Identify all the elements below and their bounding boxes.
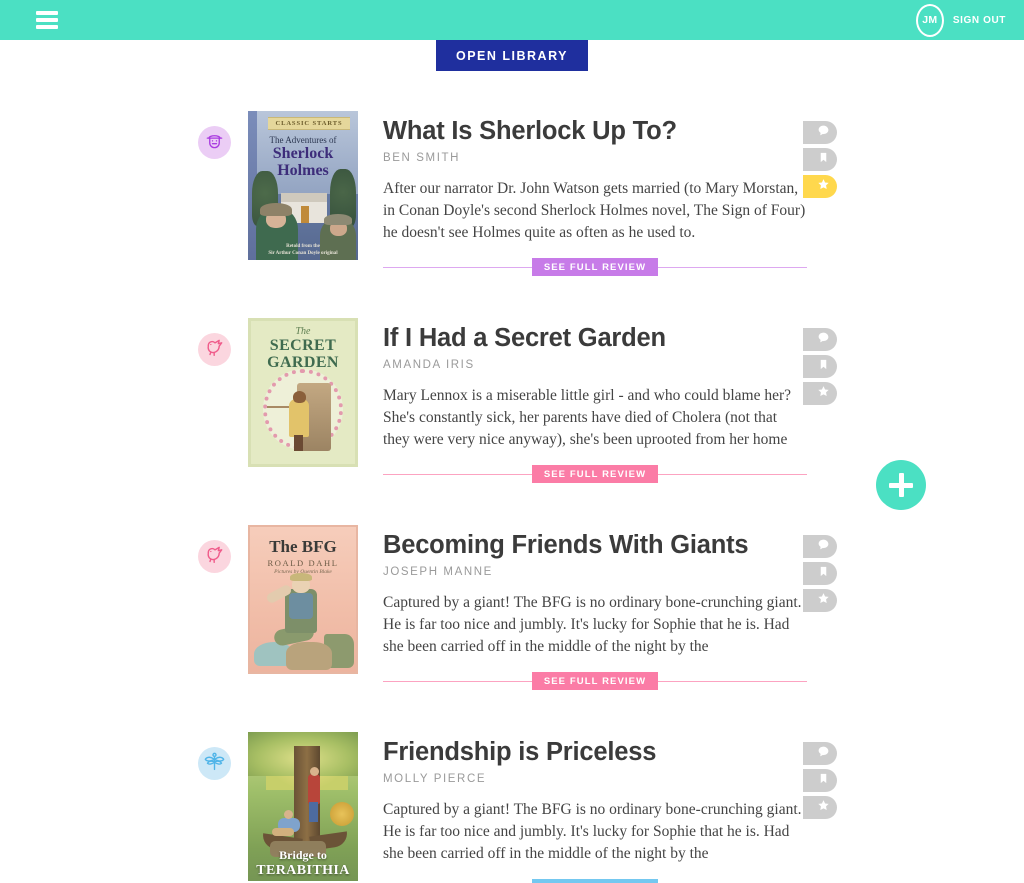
hamburger-bar	[36, 25, 58, 29]
book-review-list: CLASSIC STARTS The Adventures of Sherlock…	[0, 71, 1024, 883]
review-excerpt: Captured by a giant! The BFG is no ordin…	[383, 801, 802, 863]
review-title[interactable]: What Is Sherlock Up To?	[383, 117, 807, 145]
book-cover[interactable]: The SECRET GARDEN	[248, 318, 358, 468]
bird-icon	[205, 337, 225, 362]
library-button-row: OPEN LIBRARY	[0, 40, 1024, 71]
dragonfly-icon	[204, 751, 225, 777]
hamburger-bar	[36, 18, 58, 22]
see-full-review-row: SEE FULL REVIEW	[383, 258, 807, 277]
star-icon	[817, 592, 830, 610]
entry-avatar[interactable]	[198, 747, 231, 781]
review-title[interactable]: Friendship is Priceless	[383, 738, 807, 766]
sign-out-button[interactable]: SIGN OUT	[953, 15, 1006, 26]
bird-icon	[205, 544, 225, 569]
entry-avatar[interactable]	[198, 540, 231, 574]
see-full-review-button[interactable]: SEE FULL REVIEW	[531, 465, 659, 484]
entry-action-chips	[803, 121, 837, 198]
entry-content: What Is Sherlock Up To? BEN SMITH After …	[383, 111, 807, 277]
bookmark-icon	[818, 772, 829, 790]
entry-content: Friendship is Priceless MOLLY PIERCE Cap…	[383, 732, 807, 883]
avatar[interactable]: JM	[915, 3, 944, 37]
book-cover[interactable]: CLASSIC STARTS The Adventures of Sherlock…	[248, 111, 358, 260]
chip-star[interactable]	[803, 175, 837, 198]
star-icon	[817, 178, 830, 196]
entry-action-chips	[803, 742, 837, 820]
open-library-button[interactable]: OPEN LIBRARY	[436, 40, 588, 71]
chip-speech-bubble[interactable]	[803, 535, 837, 559]
review-title[interactable]: If I Had a Secret Garden	[383, 324, 807, 352]
speech-bubble-icon	[817, 745, 830, 763]
bookmark-icon	[818, 358, 829, 376]
review-author: BEN SMITH	[383, 152, 461, 165]
add-review-button[interactable]	[876, 460, 926, 510]
entry-avatar[interactable]	[198, 333, 231, 367]
chip-speech-bubble[interactable]	[803, 121, 837, 144]
bookmark-icon	[818, 151, 829, 169]
review-author: MOLLY PIERCE	[383, 773, 487, 786]
book-review-entry: The SECRET GARDEN If I Had a Secret Garden…	[0, 318, 1024, 484]
star-icon	[817, 799, 830, 817]
chip-bookmark[interactable]	[803, 769, 837, 793]
see-full-review-button[interactable]: SEE FULL REVIEW	[531, 672, 659, 691]
review-author: AMANDA IRIS	[383, 359, 475, 372]
see-full-review-button[interactable]: SEE FULL REVIEW	[531, 258, 659, 277]
review-title[interactable]: Becoming Friends With Giants	[383, 531, 807, 559]
see-full-review-button[interactable]: SEE FULL REVIEW	[531, 879, 659, 883]
review-excerpt: After our narrator Dr. John Watson gets …	[383, 180, 806, 242]
see-full-review-row: SEE FULL REVIEW	[383, 672, 807, 691]
chip-star[interactable]	[803, 796, 837, 820]
entry-action-chips	[803, 535, 837, 613]
chip-bookmark[interactable]	[803, 562, 837, 586]
chip-star[interactable]	[803, 382, 837, 406]
speech-bubble-icon	[817, 124, 830, 142]
chip-bookmark[interactable]	[803, 148, 837, 171]
review-author: JOSEPH MANNE	[383, 566, 493, 579]
see-full-review-row: SEE FULL REVIEW	[383, 465, 807, 484]
account-area: JM SIGN OUT	[915, 0, 1006, 40]
review-excerpt: Mary Lennox is a miserable little girl -…	[383, 387, 792, 449]
chip-speech-bubble[interactable]	[803, 742, 837, 766]
top-bar: JM SIGN OUT	[0, 0, 1024, 40]
chip-speech-bubble[interactable]	[803, 328, 837, 352]
star-icon	[817, 385, 830, 403]
book-cover[interactable]: Bridge to TERABITHIA	[248, 732, 358, 882]
entry-content: If I Had a Secret Garden AMANDA IRIS Mar…	[383, 318, 807, 484]
speech-bubble-icon	[817, 331, 830, 349]
bookmark-icon	[818, 565, 829, 583]
see-full-review-row: SEE FULL REVIEW	[383, 879, 807, 883]
speech-bubble-icon	[817, 538, 830, 556]
detective-hat-icon	[205, 131, 224, 155]
book-review-entry: The BFG ROALD DAHL Pictures by Quentin Bl…	[0, 525, 1024, 691]
hamburger-menu-icon[interactable]	[36, 11, 58, 29]
chip-bookmark[interactable]	[803, 355, 837, 379]
book-review-entry: Bridge to TERABITHIA Friendship is Pricel…	[0, 732, 1024, 883]
review-excerpt: Captured by a giant! The BFG is no ordin…	[383, 594, 802, 656]
entry-content: Becoming Friends With Giants JOSEPH MANN…	[383, 525, 807, 691]
entry-action-chips	[803, 328, 837, 406]
book-cover[interactable]: The BFG ROALD DAHL Pictures by Quentin Bl…	[248, 525, 358, 675]
book-review-entry: CLASSIC STARTS The Adventures of Sherlock…	[0, 111, 1024, 277]
chip-star[interactable]	[803, 589, 837, 613]
entry-avatar[interactable]	[198, 126, 231, 159]
hamburger-bar	[36, 11, 58, 15]
